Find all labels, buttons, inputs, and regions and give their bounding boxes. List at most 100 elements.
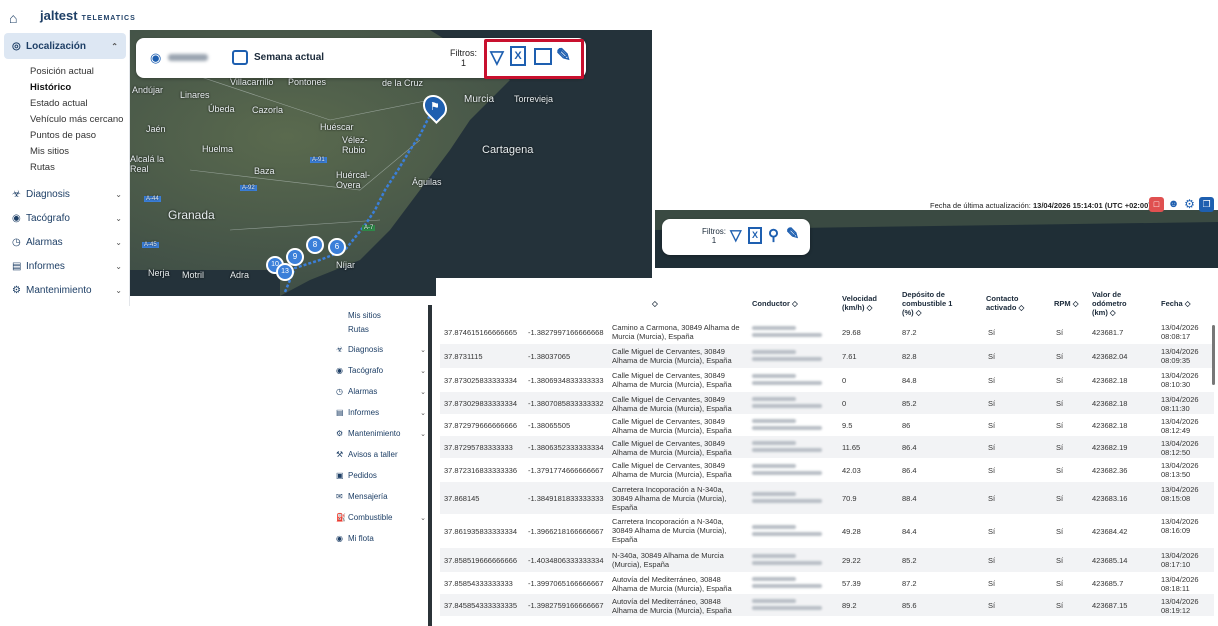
sub-item-mis-sitios[interactable]: Mis sitios — [348, 311, 444, 320]
address-header-sort[interactable]: ◇ — [652, 299, 658, 308]
users-icon[interactable]: ☻ — [1166, 197, 1181, 212]
gear-icon[interactable]: ⚙ — [1182, 197, 1197, 212]
sidebar-item-avisos-a-taller[interactable]: ⚒ Avisos a taller — [336, 450, 432, 459]
cell-lat: 37.874615166666665 — [444, 327, 517, 337]
sidebar-item-tacografo[interactable]: ◉ Tacógrafo ⌄ — [0, 206, 130, 230]
sub-item-rutas[interactable]: Rutas — [348, 325, 444, 334]
sidebar-item-informes[interactable]: ▤ Informes ⌄ — [336, 408, 432, 417]
sub-item-vehiculo-mas-cercano[interactable]: Vehículo más cercano — [30, 114, 123, 125]
cell-odo: 423684.42 — [1092, 526, 1128, 536]
period-selector[interactable]: Semana actual — [254, 52, 324, 63]
driver-name-redacted — [752, 349, 824, 364]
driver-name-redacted — [752, 524, 824, 539]
last-update-text: Fecha de última actualización: 13/04/202… — [930, 201, 1151, 210]
sidebar-item-combustible[interactable]: ⛽ Combustible ⌄ — [336, 513, 432, 522]
chevron-down-icon: ⌄ — [115, 189, 122, 199]
cell-time: 08:12:50 — [1161, 448, 1191, 457]
road-badge: A-91 — [310, 157, 327, 163]
sidebar-item-mantenimiento[interactable]: ⚙ Mantenimiento ⌄ — [0, 278, 130, 302]
sidebar-item-informes[interactable]: ▤ Informes ⌄ — [0, 254, 130, 278]
sub-item-puntos-de-paso[interactable]: Puntos de paso — [30, 130, 96, 141]
cell-contact: Sí — [988, 442, 996, 452]
cell-time: 08:12:49 — [1161, 426, 1191, 435]
sidebar-item-diagnosis[interactable]: ☣ Diagnosis ⌄ — [336, 345, 432, 354]
sidebar-item-pedidos[interactable]: ▣ Pedidos — [336, 471, 432, 480]
sub-item-estado-actual[interactable]: Estado actual — [30, 98, 88, 109]
column-header-conductor[interactable]: Conductor ◇ — [752, 299, 798, 308]
excel-export-icon[interactable]: X — [748, 227, 762, 244]
map-label: Torrevieja — [514, 94, 554, 104]
cell-lon: -1.3806352333333334 — [528, 442, 604, 452]
table-row[interactable]: 37.873029833333334 -1.3807085833333332 Cal… — [440, 392, 1214, 414]
sub-item-mis-sitios[interactable]: Mis sitios — [30, 146, 69, 157]
window-icon[interactable]: ❐ — [1199, 197, 1214, 212]
sidebar-item-alarmas[interactable]: ◷ Alarmas ⌄ — [0, 230, 130, 254]
map-label: Huércal-Overa — [336, 170, 371, 190]
message-icon: ✉ — [336, 492, 343, 501]
cell-lon: -1.3849181833333333 — [528, 493, 604, 503]
chevron-down-icon: ⌄ — [420, 346, 426, 354]
cell-time: 08:11:30 — [1161, 404, 1190, 413]
cell-lat: 37.872979666666666 — [444, 420, 517, 430]
table-row[interactable]: 37.861935833333334 -1.3966218166666667 Car… — [440, 514, 1214, 548]
column-header-fecha[interactable]: Fecha ◇ — [1161, 299, 1191, 308]
calendar-icon[interactable] — [232, 50, 248, 65]
table-row[interactable]: 37.868145 -1.3849181833333333 Carretera In… — [440, 482, 1214, 514]
filter-icon[interactable]: ▽ — [730, 226, 742, 244]
table-row[interactable]: 37.872979666666666 -1.38065505 Calle Migue… — [440, 414, 1214, 436]
ruler-pencil-icon[interactable]: ✎ — [786, 224, 799, 244]
sidebar-item-tacografo[interactable]: ◉ Tacógrafo ⌄ — [336, 366, 432, 375]
map-label: Úbeda — [208, 104, 235, 114]
cell-speed: 0 — [842, 375, 847, 385]
table-row[interactable]: 37.872316833333336 -1.3791774666666667 Cal… — [440, 458, 1214, 482]
column-header-rpm[interactable]: RPM ◇ — [1054, 299, 1079, 308]
column-header-odometro[interactable]: Valor de odómetro (km) ◇ — [1092, 290, 1138, 317]
column-header-contacto[interactable]: Contacto activado ◇ — [986, 294, 1046, 312]
route-marker[interactable]: 8 — [306, 236, 324, 254]
table-row[interactable]: 37.87295783333333 -1.3806352333333334 Call… — [440, 436, 1214, 458]
sidebar-item-localizacion[interactable]: ◎ Localización ⌃ — [4, 33, 126, 59]
notification-icon[interactable]: □ — [1149, 197, 1164, 212]
cell-addr: N-340a, 30849 Alhama de Murcia (Murcia),… — [612, 551, 724, 569]
cell-fuel: 88.4 — [902, 493, 917, 503]
table-row[interactable]: 37.8731115 -1.38037065 Calle Miguel de Cer… — [440, 344, 1214, 368]
sub-item-historico[interactable]: Histórico — [30, 82, 71, 93]
sub-item-posicion-actual[interactable]: Posición actual — [30, 66, 94, 77]
driver-name-redacted — [752, 553, 824, 568]
table-row[interactable]: 37.85854333333333 -1.3997065166666667 Auto… — [440, 572, 1214, 594]
table-row[interactable]: 37.873025833333334 -1.3806934833333333 Cal… — [440, 368, 1214, 392]
location-pin-icon[interactable]: ⚲ — [768, 226, 779, 244]
cell-contact: Sí — [988, 398, 996, 408]
maintenance-icon: ⚙ — [336, 429, 344, 438]
vehicle-pin-icon[interactable]: ◉ — [150, 50, 161, 66]
route-marker[interactable]: 6 — [328, 238, 346, 256]
cell-addr: Calle Miguel de Cervantes, 30849 Alhama … — [612, 461, 732, 479]
sidebar-item-mi-flota[interactable]: ◉ Mi flota — [336, 534, 432, 543]
cell-date: 13/04/2026 — [1161, 575, 1199, 584]
home-icon[interactable]: ⌂ — [9, 10, 17, 26]
sidebar-item-mensajeria[interactable]: ✉ Mensajería — [336, 492, 432, 501]
cell-fuel: 85.2 — [902, 398, 917, 408]
cell-lon: -1.38037065 — [528, 351, 571, 361]
table-row[interactable]: 37.858519666666666 -1.4034806333333334 N-3… — [440, 548, 1214, 572]
cell-fecha: 13/04/2026 08:15:08 — [1161, 485, 1199, 503]
table-row[interactable]: 37.845854333333335 -1.3982759166666667 Aut… — [440, 594, 1214, 616]
sub-item-rutas[interactable]: Rutas — [30, 162, 55, 173]
map-label: Motril — [182, 270, 204, 280]
table-row[interactable]: 37.874615166666665 -1.3827997166666668 Cam… — [440, 320, 1214, 344]
route-marker[interactable]: 13 — [276, 263, 294, 281]
cell-addr: Calle Miguel de Cervantes, 30849 Alhama … — [612, 347, 732, 365]
column-header-velocidad[interactable]: Velocidad (km/h) ◇ — [842, 294, 886, 312]
sidebar-item-alarmas[interactable]: ◷ Alarmas ⌄ — [336, 387, 432, 396]
cell-addr: Carretera Incoporación a N-340a, 30849 A… — [612, 517, 727, 544]
column-header-deposito[interactable]: Depósito de combustible 1 (%) ◇ — [902, 290, 966, 317]
cell-addr: Calle Miguel de Cervantes, 30849 Alhama … — [612, 417, 732, 435]
table-scrollbar[interactable] — [1212, 325, 1215, 385]
brand-logo[interactable]: jaltest TELEMATICS — [40, 8, 136, 23]
sidebar-item-diagnosis[interactable]: ☣ Diagnosis ⌄ — [0, 182, 130, 206]
map-label: Baza — [254, 166, 275, 176]
driver-name-redacted — [752, 576, 824, 591]
report-icon: ▤ — [336, 408, 344, 417]
cell-date: 13/04/2026 — [1161, 517, 1199, 526]
sidebar-item-mantenimiento[interactable]: ⚙ Mantenimiento ⌄ — [336, 429, 432, 438]
